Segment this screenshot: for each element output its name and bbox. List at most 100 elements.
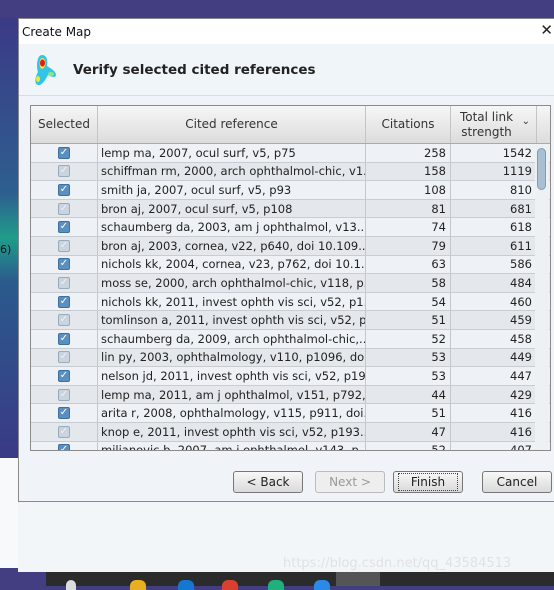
table-row[interactable]: ✓ tomlinson a, 2011, invest ophth vis sc… xyxy=(31,311,550,330)
taskbar-explorer-icon[interactable] xyxy=(130,580,146,590)
taskbar-app-icon[interactable] xyxy=(268,580,284,590)
selected-checkbox[interactable]: ✓ xyxy=(58,351,70,364)
cited-reference-cell: lin py, 2003, ophthalmology, v110, p1096… xyxy=(98,348,366,367)
table-row[interactable]: ✓ smith ja, 2007, ocul surf, v5, p93 108… xyxy=(31,181,550,200)
table-row[interactable]: ✓ arita r, 2008, ophthalmology, v115, p9… xyxy=(31,404,550,423)
total-link-strength-cell: 459 xyxy=(451,311,537,329)
table-row[interactable]: ✓ schaumberg da, 2009, arch ophthalmol-c… xyxy=(31,329,550,349)
selected-checkbox[interactable]: ✓ xyxy=(58,314,70,327)
cited-reference-cell: moss se, 2000, arch ophthalmol-chic, v11… xyxy=(98,274,366,292)
cited-reference-cell: nichols kk, 2004, cornea, v23, p762, doi… xyxy=(98,255,366,274)
finish-button[interactable]: Finish xyxy=(393,471,463,493)
cited-reference-cell: bron aj, 2007, ocul surf, v5, p108 xyxy=(98,199,366,218)
total-link-strength-cell: 586 xyxy=(451,255,537,274)
citations-cell: 52 xyxy=(366,441,451,450)
column-header-selected[interactable]: Selected xyxy=(31,106,98,143)
selected-checkbox[interactable]: ✓ xyxy=(58,202,70,215)
background-text: 6) xyxy=(0,243,12,256)
cited-reference-cell: nelson jd, 2011, invest ophth vis sci, v… xyxy=(98,367,366,385)
selected-cell: ✓ xyxy=(31,329,98,348)
selected-cell: ✓ xyxy=(31,422,98,441)
selected-checkbox[interactable]: ✓ xyxy=(58,407,70,420)
total-link-strength-cell: 449 xyxy=(451,348,537,367)
citations-cell: 52 xyxy=(366,329,451,348)
total-link-strength-cell: 484 xyxy=(451,274,537,292)
column-header-cited-reference[interactable]: Cited reference xyxy=(98,106,366,143)
taskbar-vosviewer-icon[interactable] xyxy=(336,572,380,586)
selected-checkbox[interactable]: ✓ xyxy=(58,258,70,271)
total-link-strength-cell: 681 xyxy=(451,199,537,218)
cited-reference-cell: bron aj, 2003, cornea, v22, p640, doi 10… xyxy=(98,236,366,255)
cited-reference-cell: knop e, 2011, invest ophth vis sci, v52,… xyxy=(98,422,366,441)
total-link-strength-cell: 458 xyxy=(451,329,537,348)
cited-reference-cell: schiffman rm, 2000, arch ophthalmol-chic… xyxy=(98,162,366,181)
table-row[interactable]: ✓ schiffman rm, 2000, arch ophthalmol-ch… xyxy=(31,162,550,182)
table-row[interactable]: ✓ nichols kk, 2004, cornea, v23, p762, d… xyxy=(31,255,550,275)
citations-cell: 53 xyxy=(366,348,451,367)
total-link-strength-cell: 460 xyxy=(451,292,537,311)
selected-checkbox[interactable]: ✓ xyxy=(58,369,70,382)
selected-checkbox[interactable]: ✓ xyxy=(58,425,70,438)
taskbar-app2-icon[interactable] xyxy=(314,580,330,590)
sort-descending-icon: ⌄ xyxy=(521,116,530,127)
background-window-lower xyxy=(0,458,18,568)
selected-checkbox[interactable]: ✓ xyxy=(58,183,70,196)
total-link-strength-cell: 611 xyxy=(451,236,537,255)
table-row[interactable]: ✓ miljanovic b, 2007, am j ophthalmol, v… xyxy=(31,441,550,450)
table-row[interactable]: ✓ nichols kk, 2011, invest ophth vis sci… xyxy=(31,292,550,312)
selected-checkbox[interactable]: ✓ xyxy=(58,276,70,289)
selected-checkbox[interactable]: ✓ xyxy=(58,221,70,234)
selected-checkbox[interactable]: ✓ xyxy=(58,165,70,178)
total-link-strength-cell: 429 xyxy=(451,385,537,404)
citations-cell: 108 xyxy=(366,181,451,199)
citations-cell: 51 xyxy=(366,404,451,422)
citations-cell: 44 xyxy=(366,385,451,404)
selected-cell: ✓ xyxy=(31,441,98,450)
cited-reference-cell: lemp ma, 2011, am j ophthalmol, v151, p7… xyxy=(98,385,366,404)
selected-checkbox[interactable]: ✓ xyxy=(58,388,70,401)
total-link-strength-cell: 618 xyxy=(451,218,537,236)
close-icon[interactable]: ✕ xyxy=(540,21,553,39)
taskbar-edge-icon[interactable] xyxy=(178,580,194,590)
taskbar-search-icon[interactable] xyxy=(66,580,76,590)
selected-cell: ✓ xyxy=(31,367,98,385)
table-row[interactable]: ✓ lin py, 2003, ophthalmology, v110, p10… xyxy=(31,348,550,368)
selected-checkbox[interactable]: ✓ xyxy=(58,146,70,159)
selected-cell: ✓ xyxy=(31,274,98,292)
table-row[interactable]: ✓ schaumberg da, 2003, am j ophthalmol, … xyxy=(31,218,550,237)
selected-cell: ✓ xyxy=(31,181,98,199)
table-row[interactable]: ✓ bron aj, 2003, cornea, v22, p640, doi … xyxy=(31,236,550,256)
scrollbar-thumb[interactable] xyxy=(537,148,546,190)
column-header-total-link-strength[interactable]: Total link strength ⌄ xyxy=(451,106,537,143)
selected-cell: ✓ xyxy=(31,144,98,162)
cited-reference-cell: lemp ma, 2007, ocul surf, v5, p75 xyxy=(98,144,366,162)
selected-cell: ✓ xyxy=(31,255,98,274)
cited-references-table: Selected Cited reference Citations Total… xyxy=(30,105,551,451)
selected-checkbox[interactable]: ✓ xyxy=(58,295,70,308)
selected-checkbox[interactable]: ✓ xyxy=(58,444,70,450)
table-row[interactable]: ✓ nelson jd, 2011, invest ophth vis sci,… xyxy=(31,367,550,386)
column-header-citations[interactable]: Citations xyxy=(366,106,451,143)
next-button[interactable]: Next > xyxy=(315,471,385,493)
selected-checkbox[interactable]: ✓ xyxy=(58,239,70,252)
selected-checkbox[interactable]: ✓ xyxy=(58,332,70,345)
table-row[interactable]: ✓ lemp ma, 2011, am j ophthalmol, v151, … xyxy=(31,385,550,405)
back-button[interactable]: < Back xyxy=(233,471,303,493)
cancel-button[interactable]: Cancel xyxy=(482,471,552,493)
page-title: Verify selected cited references xyxy=(73,61,316,78)
table-row[interactable]: ✓ knop e, 2011, invest ophth vis sci, v5… xyxy=(31,422,550,442)
total-link-strength-cell: 1542 xyxy=(451,144,537,162)
vertical-scrollbar[interactable] xyxy=(535,144,549,450)
taskbar-chrome-icon[interactable] xyxy=(222,580,238,590)
table-row[interactable]: ✓ moss se, 2000, arch ophthalmol-chic, v… xyxy=(31,274,550,293)
table-row[interactable]: ✓ lemp ma, 2007, ocul surf, v5, p75 258 … xyxy=(31,144,550,163)
cited-reference-cell: schaumberg da, 2009, arch ophthalmol-chi… xyxy=(98,329,366,348)
selected-cell: ✓ xyxy=(31,348,98,367)
selected-cell: ✓ xyxy=(31,311,98,329)
title-bar: Create Map ✕ xyxy=(19,19,554,44)
citations-cell: 54 xyxy=(366,292,451,311)
total-link-strength-cell: 810 xyxy=(451,181,537,199)
table-row[interactable]: ✓ bron aj, 2007, ocul surf, v5, p108 81 … xyxy=(31,199,550,219)
total-link-strength-cell: 1119 xyxy=(451,162,537,181)
table-header: Selected Cited reference Citations Total… xyxy=(31,106,550,144)
